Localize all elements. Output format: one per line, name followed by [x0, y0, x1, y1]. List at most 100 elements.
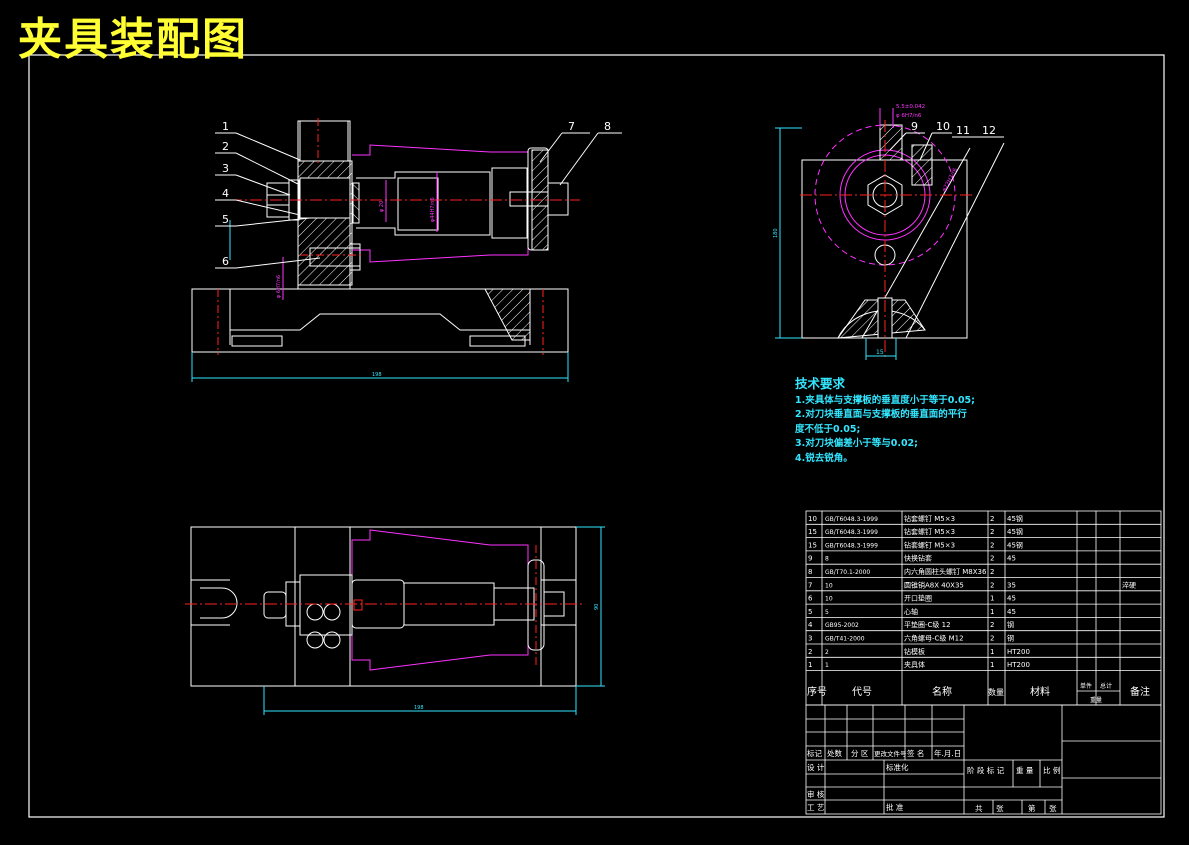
balloon-9: 9 — [911, 120, 918, 133]
bom-cell: 平垫圈-C级 12 — [904, 620, 951, 629]
bom-cell: 内六角圆柱头螺钉 M8X36 — [904, 567, 987, 576]
bom-cell: 钢 — [1007, 634, 1014, 643]
bom-cell: 1 — [990, 661, 994, 669]
tech-heading: 技术要求 — [795, 376, 846, 391]
bom-cell: 5 — [825, 609, 829, 616]
bom-cell: 快换钻套 — [904, 554, 932, 563]
bom-cell: 15 — [808, 528, 817, 536]
balloon-1: 1 — [222, 120, 229, 133]
bom-cell: 2 — [990, 515, 994, 523]
balloon-11: 11 — [956, 124, 970, 137]
dim-side-top-b: φ 6H7/n6 — [896, 113, 922, 119]
tb-scale: 比 例 — [1043, 765, 1060, 775]
bom-cell: 夹具体 — [904, 660, 925, 669]
tech-line-2: 2.对刀块垂直面与支撑板的垂直面的平行 — [795, 409, 967, 421]
tb-sheet-unit-2: 张 — [1049, 804, 1057, 813]
bom-cell: 2 — [990, 581, 994, 589]
tb-process: 工 艺 — [807, 803, 824, 812]
tb-mark: 标记 — [807, 748, 822, 758]
technical-requirements: 技术要求 1.夹具体与支撑板的垂直度小于等于0.05; 2.对刀块垂直面与支撑板… — [795, 376, 975, 467]
tech-line-3: 度不低于0.05; — [795, 423, 861, 435]
bom-cell: 1 — [990, 608, 994, 616]
drawing-title: 夹具装配图 — [18, 14, 248, 65]
bom-text: 10 GB/T6048.3-1999 钻套螺钉 M5×3 2 45钢15 GB/T6048… — [808, 514, 1136, 669]
tb-weight: 重 量 — [1016, 766, 1034, 775]
bom-cell: 圆锥销A8X 40X35 — [904, 580, 964, 589]
bom-cell: 10 — [808, 515, 817, 523]
bom-cell: 4 — [808, 621, 813, 629]
bom-cell: 45 — [1007, 595, 1016, 603]
bom-header-qty: 数量 — [988, 687, 1004, 697]
tb-sheet-unit-1: 张 — [996, 804, 1004, 813]
balloon-6: 6 — [222, 255, 229, 268]
tech-line-4: 3.对刀块偏差小于等与0.02; — [795, 438, 918, 450]
assembly-drawing: 1 2 3 4 5 6 7 8 198 φ44H7/n6 φ 20 φ 6H7/… — [28, 54, 1165, 818]
bom-header-weight: 重量 — [1090, 696, 1102, 704]
tb-approve: 批 准 — [886, 802, 904, 812]
bom-cell: 2 — [808, 648, 812, 656]
bom-cell: 6 — [808, 595, 813, 603]
tb-review: 审 核 — [807, 789, 825, 799]
tb-zone: 分 区 — [851, 749, 869, 758]
bom-cell: 45 — [1007, 555, 1016, 563]
bom-header-note: 备注 — [1130, 685, 1150, 698]
tb-stage: 阶 段 标 记 — [967, 765, 1005, 775]
tb-date: 年.月.日 — [934, 748, 961, 758]
bom-cell: 45钢 — [1007, 514, 1023, 523]
bom-cell: 心轴 — [904, 607, 918, 616]
bom-cell: 10 — [825, 596, 833, 603]
bom-header-single: 单件 — [1080, 682, 1092, 690]
bom-header-material: 材料 — [1030, 685, 1050, 698]
balloon-10: 10 — [936, 120, 950, 133]
bom-cell: HT200 — [1007, 648, 1030, 656]
bom-cell: 2 — [990, 635, 994, 643]
tech-line-5: 4.锐去锐角。 — [795, 452, 853, 464]
bom-cell: 45钢 — [1007, 527, 1023, 536]
tech-line-1: 1.夹具体与支撑板的垂直度小于等于0.05; — [795, 394, 975, 406]
tb-change-doc: 更改文件号 — [874, 749, 907, 758]
balloon-12: 12 — [982, 124, 996, 137]
bom-cell: 35 — [1007, 581, 1016, 589]
bom-cell: 45 — [1007, 608, 1016, 616]
front-view-labels: 1 2 3 4 5 6 7 8 198 φ44H7/n6 φ 20 φ 6H7/… — [222, 120, 611, 378]
dim-bore-3: φ44H7/n6 — [430, 197, 436, 222]
drawing-sheet: 1 2 3 4 5 6 7 8 198 φ44H7/n6 φ 20 φ 6H7/… — [0, 0, 1189, 841]
bom-cell: 45钢 — [1007, 540, 1023, 549]
dim-side-bottom: 15 — [876, 349, 884, 356]
tb-signature: 签 名 — [907, 748, 924, 758]
bom-header-code: 代号 — [852, 686, 872, 698]
bom-cell: 1 — [825, 662, 829, 669]
balloon-8: 8 — [604, 120, 611, 133]
tb-total-sheets: 共 — [975, 804, 983, 813]
side-view — [775, 108, 1005, 360]
bom-cell: 5 — [808, 608, 812, 616]
bom-cell: 1 — [808, 661, 812, 669]
bom-cell: 六角螺母-C级 M12 — [904, 634, 964, 643]
bom-cell: 8 — [825, 556, 829, 563]
bom-cell: 10 — [825, 582, 833, 589]
bom-header: 序号 代号 名称 数量 材料 单件 总计 重量 备注 — [807, 682, 1150, 704]
bom-cell: GB/T70.1-2000 — [825, 569, 870, 576]
balloon-4: 4 — [222, 187, 229, 200]
bom-cell: 9 — [808, 555, 812, 563]
bom-cell: 淬硬 — [1122, 580, 1136, 589]
bom-cell: 钻模板 — [904, 647, 925, 656]
tb-standard: 标准化 — [886, 762, 909, 772]
bom-cell: HT200 — [1007, 661, 1030, 669]
dim-side-top-a: 5.5±0.042 — [896, 104, 925, 110]
balloon-3: 3 — [222, 162, 229, 175]
bom-header-name: 名称 — [932, 685, 952, 698]
bom-cell: 2 — [990, 541, 994, 549]
bom-cell: 2 — [990, 555, 994, 563]
bom-cell: 1 — [990, 595, 994, 603]
bom-cell: 钻套螺钉 M5×3 — [904, 514, 955, 523]
top-view — [185, 526, 605, 715]
dim-bore-1: φ 6H7/n6 — [276, 275, 282, 298]
tb-count: 处数 — [827, 748, 842, 758]
balloon-2: 2 — [222, 140, 229, 153]
bom-header-total: 总计 — [1100, 682, 1112, 690]
bom-cell: 7 — [808, 581, 812, 589]
dim-front-width: 198 — [372, 372, 382, 378]
drawing-frame — [28, 54, 1165, 818]
bom-cell: 8 — [808, 568, 812, 576]
